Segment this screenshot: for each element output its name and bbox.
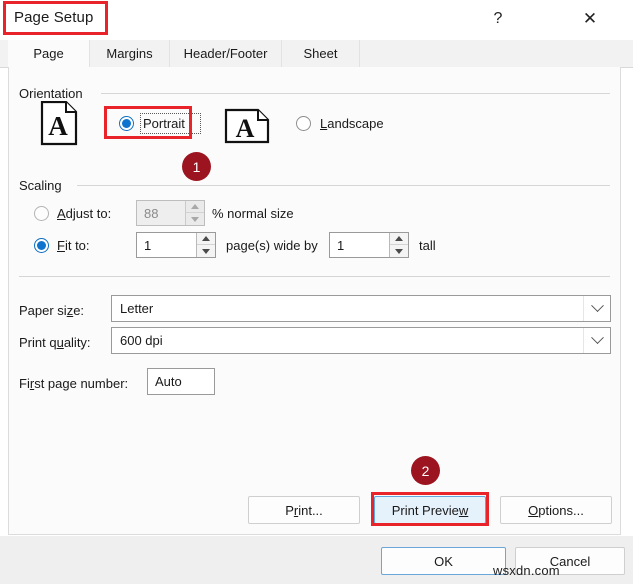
fit-to-height-value: 1 [337, 237, 345, 253]
dialog-titlebar: Page Setup ? ✕ [0, 0, 633, 40]
fit-to-suffix-label: tall [419, 238, 436, 253]
print-preview-button[interactable]: Print Preview [374, 496, 486, 524]
portrait-page-icon: A [39, 99, 79, 150]
scaling-group-divider [77, 185, 610, 186]
fit-to-width-spinner[interactable]: 1 [136, 232, 216, 258]
print-button-label: Print... [285, 502, 323, 518]
print-quality-combobox[interactable]: 600 dpi [111, 327, 611, 354]
fit-to-height-spin-buttons[interactable] [389, 233, 408, 257]
fit-to-height-spinner[interactable]: 1 [329, 232, 409, 258]
paper-size-chevron-down-icon[interactable] [583, 296, 610, 321]
portrait-label: Portrait [143, 116, 185, 131]
fit-to-width-spin-buttons[interactable] [196, 233, 215, 257]
fit-to-width-spin-down[interactable] [197, 245, 215, 257]
orientation-group-divider [101, 93, 610, 94]
print-button[interactable]: Print... [248, 496, 360, 524]
adjust-to-radio[interactable] [34, 206, 49, 221]
print-preview-button-label: Print Preview [391, 502, 469, 518]
adjust-to-value: 88 [144, 205, 159, 221]
ok-button-label: OK [434, 553, 453, 569]
paper-size-combobox[interactable]: Letter [111, 295, 611, 322]
close-icon[interactable]: ✕ [570, 4, 610, 34]
landscape-radio[interactable] [296, 116, 311, 131]
fit-to-height-spin-down[interactable] [390, 245, 408, 257]
ok-button[interactable]: OK [381, 547, 506, 575]
first-page-number-value: Auto [155, 374, 182, 389]
scaling-group-label: Scaling [19, 178, 68, 193]
portrait-radio[interactable] [119, 116, 134, 131]
fit-to-width-spin-up[interactable] [197, 233, 215, 245]
adjust-to-label: Adjust to: [57, 206, 112, 221]
svg-text:A: A [236, 114, 255, 143]
svg-text:A: A [48, 111, 68, 141]
print-quality-value: 600 dpi [120, 333, 163, 348]
fit-to-width-value: 1 [144, 237, 152, 253]
tab-margins[interactable]: Margins [90, 40, 170, 68]
page-tab-panel: Orientation A Portrait A Landscape Scali… [8, 67, 621, 535]
paper-size-label: Paper size: [19, 303, 85, 318]
adjust-to-spinner[interactable]: 88 [136, 200, 205, 226]
options-button[interactable]: Options... [500, 496, 612, 524]
adjust-to-suffix-label: % normal size [212, 206, 294, 221]
landscape-label: Landscape [320, 116, 384, 131]
fit-to-label: Fit to: [57, 238, 90, 253]
watermark: wsxdn.com [493, 563, 560, 578]
paper-size-value: Letter [120, 301, 154, 316]
first-page-number-input[interactable]: Auto [147, 368, 215, 395]
print-quality-chevron-down-icon[interactable] [583, 328, 610, 353]
fit-to-radio[interactable] [34, 238, 49, 253]
tab-sheet[interactable]: Sheet [282, 40, 360, 68]
annotation-badge-1: 1 [182, 152, 211, 181]
adjust-to-spin-up[interactable] [186, 201, 204, 213]
scaling-group-bottom-divider [19, 276, 610, 277]
tab-page[interactable]: Page [8, 40, 90, 68]
fit-to-middle-label: page(s) wide by [226, 238, 318, 253]
adjust-to-spin-down[interactable] [186, 213, 204, 225]
title-highlight-callout [3, 1, 108, 35]
landscape-page-icon: A [223, 105, 271, 148]
orientation-group-label: Orientation [19, 86, 89, 101]
options-button-label: Options... [528, 502, 584, 518]
tab-header-footer[interactable]: Header/Footer [170, 40, 282, 68]
adjust-to-spin-buttons[interactable] [185, 201, 204, 225]
annotation-badge-2: 2 [411, 456, 440, 485]
first-page-number-label: First page number: [19, 376, 129, 391]
help-button[interactable]: ? [478, 4, 518, 34]
print-quality-label: Print quality: [19, 335, 91, 350]
page-setup-dialog: Page Setup ? ✕ Page Margins Header/Foote… [0, 0, 633, 584]
fit-to-height-spin-up[interactable] [390, 233, 408, 245]
tab-strip: Page Margins Header/Footer Sheet [0, 40, 633, 68]
